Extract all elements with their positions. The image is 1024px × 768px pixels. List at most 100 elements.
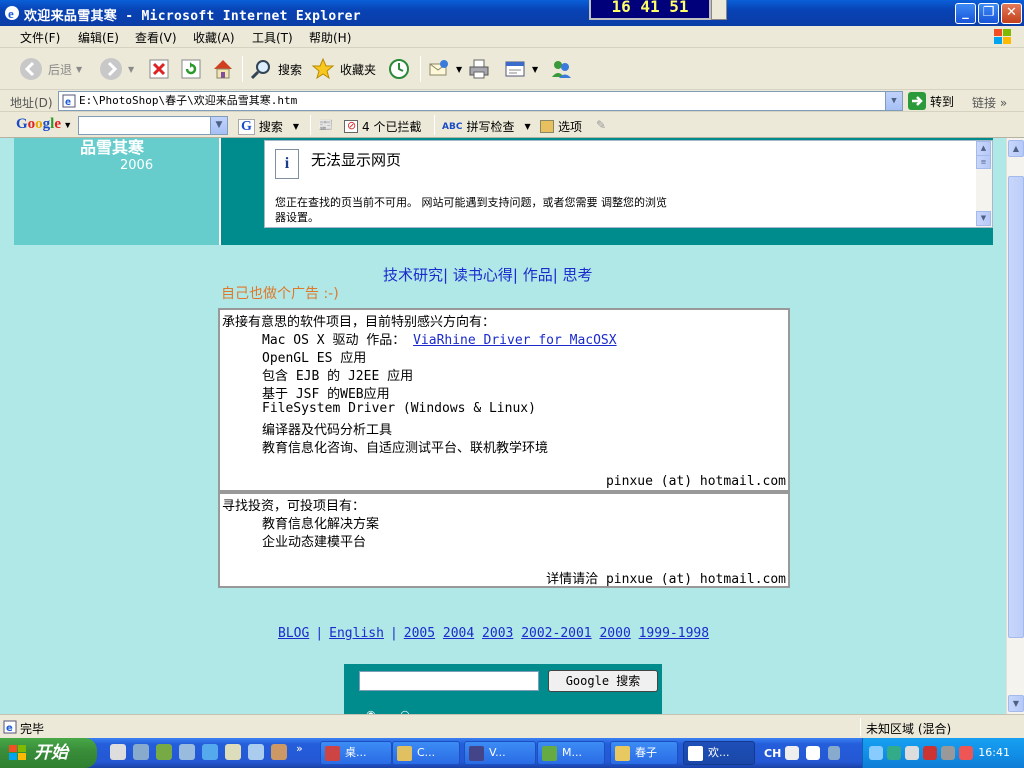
viarhine-driver-link[interactable]: ViaRhine Driver for MacOSX [413, 333, 617, 348]
tray-app-icon[interactable] [905, 746, 919, 760]
taskbar-item[interactable]: 桌... [320, 741, 392, 765]
nav-link-reading[interactable]: 读书心得 [453, 266, 513, 284]
quicklaunch-app-icon[interactable] [271, 744, 287, 760]
news-button[interactable]: 📰 [318, 118, 333, 132]
tray-chat-icon[interactable] [869, 746, 883, 760]
year-link-2004[interactable]: 2004 [443, 626, 474, 641]
year-link-2005[interactable]: 2005 [404, 626, 435, 641]
frame-scroll-up-icon[interactable]: ▲ [976, 141, 991, 156]
menu-favorites[interactable]: 收藏(A) [193, 29, 235, 46]
nav-link-thoughts[interactable]: 思考 [563, 266, 593, 284]
quicklaunch-app-icon[interactable] [248, 744, 264, 760]
system-tray: 16:41 [862, 738, 1024, 768]
tray-app-icon[interactable] [959, 746, 973, 760]
list-item: 包含 EJB 的 J2EE 应用 [262, 369, 414, 384]
tray-app-icon[interactable] [941, 746, 955, 760]
menu-tools[interactable]: 工具(T) [252, 29, 293, 46]
taskbar-clock[interactable]: 16:41 [978, 746, 1010, 759]
home-button[interactable] [210, 54, 236, 84]
projects-heading: 承接有意思的软件项目，目前特别感兴方向有： [222, 315, 496, 330]
google-query-input[interactable] [359, 671, 539, 691]
help-icon[interactable] [806, 746, 820, 760]
forward-dropdown-icon[interactable]: ▼ [128, 65, 134, 74]
nav-link-works[interactable]: 作品 [523, 266, 553, 284]
spellcheck-dropdown[interactable]: ▼ [524, 122, 530, 131]
menu-edit[interactable]: 编辑(E) [78, 29, 119, 46]
google-logo[interactable]: Google ▼ [16, 116, 72, 133]
mail-button[interactable]: ▼ [426, 54, 462, 84]
quicklaunch-more-icon[interactable]: » [296, 742, 303, 755]
ime-options-icon[interactable] [828, 746, 840, 760]
quicklaunch-app-icon[interactable] [225, 744, 241, 760]
language-indicator[interactable]: CH [764, 747, 781, 760]
quicklaunch-app-icon[interactable] [133, 744, 149, 760]
taskbar-item-active[interactable]: 欢... [683, 741, 755, 765]
page-scrollbar[interactable]: ▲ ▼ [1006, 138, 1024, 714]
spellcheck-button[interactable]: ABC 拼写检查 ▼ [442, 118, 531, 135]
messenger-button[interactable] [548, 54, 574, 84]
address-input[interactable]: e E:\PhotoShop\春子\欢迎来品雪其寒.htm ▼ [58, 91, 903, 111]
forward-button[interactable]: ▼ [98, 54, 134, 84]
news-icon: 📰 [318, 118, 333, 132]
embedded-frame[interactable]: i 无法显示网页 您正在查找的页当前不可用。 网站可能遇到支持问题，或者您需要 … [264, 140, 993, 228]
google-search-dropdown-icon[interactable]: ▼ [210, 117, 227, 134]
refresh-button[interactable] [178, 54, 204, 84]
popup-blocker-button[interactable]: ⊘ 4 个已拦截 [344, 118, 421, 135]
blog-link[interactable]: BLOG [278, 626, 309, 641]
back-dropdown-icon[interactable]: ▼ [76, 65, 82, 74]
year-link-2003[interactable]: 2003 [482, 626, 513, 641]
go-button[interactable]: 转到 [908, 92, 954, 110]
frame-scrollbar[interactable]: ▲ ≡ ▼ [976, 141, 992, 227]
stop-button[interactable] [146, 54, 172, 84]
year-link-2002-2001[interactable]: 2002-2001 [521, 626, 591, 641]
menu-file[interactable]: 文件(F) [20, 29, 60, 46]
taskbar-item[interactable]: 春子 [610, 741, 678, 765]
tray-antivirus-icon[interactable] [923, 746, 937, 760]
scroll-thumb[interactable] [1008, 176, 1024, 638]
scroll-down-icon[interactable]: ▼ [1008, 695, 1024, 712]
close-button[interactable]: ✕ [1001, 3, 1022, 24]
search-button[interactable]: 搜索 [248, 54, 302, 84]
year-link-1999-1998[interactable]: 1999-1998 [639, 626, 709, 641]
year-link-2000[interactable]: 2000 [599, 626, 630, 641]
title-bar[interactable]: e 欢迎来品雪其寒 - Microsoft Internet Explorer … [0, 0, 1024, 26]
back-button[interactable]: 后退 ▼ [18, 54, 82, 84]
scroll-up-icon[interactable]: ▲ [1008, 140, 1024, 157]
tray-app-icon[interactable] [887, 746, 901, 760]
menu-view[interactable]: 查看(V) [135, 29, 177, 46]
restore-button[interactable]: ❐ [978, 3, 999, 24]
frame-scroll-thumb[interactable]: ≡ [976, 155, 991, 169]
taskbar-item[interactable]: V... [464, 741, 536, 765]
taskbar-item[interactable]: C... [392, 741, 460, 765]
quicklaunch-app-icon[interactable] [110, 744, 126, 760]
address-dropdown-icon[interactable]: ▼ [885, 92, 902, 110]
printer-icon [466, 56, 492, 82]
print-button[interactable] [466, 54, 492, 84]
highlight-button[interactable]: ✎ [596, 118, 606, 132]
page-content[interactable]: 品雪其寒 2006 i 无法显示网页 您正在查找的页当前不可用。 网站可能遇到支… [0, 138, 1006, 714]
keyboard-icon[interactable] [785, 746, 799, 760]
overlay-clock-handle[interactable] [711, 0, 727, 20]
favorites-button[interactable]: 收藏夹 [310, 54, 376, 84]
nav-link-tech[interactable]: 技术研究 [383, 266, 443, 284]
history-button[interactable] [386, 54, 412, 84]
edit-button[interactable]: ▼ [502, 54, 538, 84]
english-link[interactable]: English [329, 626, 384, 641]
mail-dropdown-icon[interactable]: ▼ [456, 65, 462, 74]
quicklaunch-app-icon[interactable] [179, 744, 195, 760]
options-button[interactable]: 选项 [540, 118, 582, 135]
google-search-submit[interactable]: Google 搜索 [548, 670, 658, 692]
links-label[interactable]: 链接 » [972, 94, 1007, 111]
quicklaunch-ie-icon[interactable] [202, 744, 218, 760]
menu-help[interactable]: 帮助(H) [309, 29, 351, 46]
google-search-dropdown[interactable]: ▼ [293, 122, 299, 131]
google-search-button[interactable]: G 搜索 ▼ [238, 118, 299, 135]
taskbar-item[interactable]: M... [537, 741, 605, 765]
frame-scroll-down-icon[interactable]: ▼ [976, 211, 991, 226]
google-search-input[interactable]: ▼ [78, 116, 228, 135]
edit-dropdown-icon[interactable]: ▼ [532, 65, 538, 74]
minimize-button[interactable]: _ [955, 3, 976, 24]
start-button[interactable]: 开始 [0, 738, 97, 768]
quicklaunch-app-icon[interactable] [156, 744, 172, 760]
list-item: 编译器及代码分析工具 [262, 423, 393, 438]
